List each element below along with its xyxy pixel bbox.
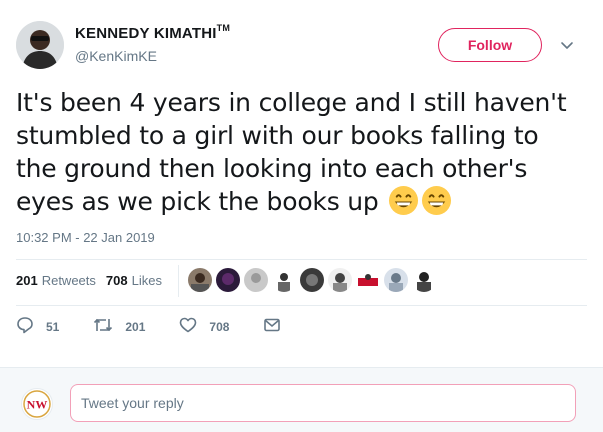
avatar[interactable] — [356, 268, 380, 292]
tweet-actions: 51 201 708 — [16, 316, 327, 337]
avatar[interactable] — [244, 268, 268, 292]
retweet-icon[interactable] — [93, 316, 125, 337]
follow-button[interactable]: Follow — [438, 28, 542, 62]
retweet-button[interactable]: 201 — [93, 316, 145, 337]
tweet-timestamp[interactable]: 10:32 PM - 22 Jan 2019 — [16, 230, 155, 245]
retweets-label[interactable]: Retweets — [42, 273, 96, 288]
avatar[interactable] — [328, 268, 352, 292]
direct-message-button[interactable] — [263, 317, 293, 336]
envelope-icon[interactable] — [263, 317, 293, 336]
reply-bar: NW Tweet your reply — [0, 367, 603, 432]
avatar[interactable] — [412, 268, 436, 292]
tweet-stats: 201 Retweets 708 Likes — [16, 273, 172, 288]
tweet-body: It's been 4 years in college and I still… — [16, 88, 567, 216]
divider — [16, 305, 587, 306]
likes-count[interactable]: 708 — [106, 273, 128, 288]
likes-stat[interactable]: 708 Likes — [106, 273, 162, 288]
retweets-count[interactable]: 201 — [16, 273, 38, 288]
like-button[interactable]: 708 — [179, 316, 229, 337]
reply-count[interactable]: 51 — [46, 320, 59, 334]
chevron-down-icon[interactable] — [560, 38, 574, 52]
tweet-text: It's been 4 years in college and I still… — [16, 86, 586, 218]
like-count[interactable]: 708 — [209, 320, 229, 334]
retweets-stat[interactable]: 201 Retweets — [16, 273, 96, 288]
retweet-count[interactable]: 201 — [125, 320, 145, 334]
stats-separator — [178, 265, 179, 297]
reply-icon[interactable] — [16, 316, 46, 337]
avatar[interactable] — [384, 268, 408, 292]
display-name-text[interactable]: KENNEDY KIMATHI — [75, 25, 217, 42]
grinning-face-icon — [421, 185, 452, 216]
avatar[interactable]: NW — [21, 388, 53, 420]
liker-avatars — [188, 268, 440, 292]
reply-input[interactable]: Tweet your reply — [70, 384, 576, 422]
likes-label[interactable]: Likes — [132, 273, 162, 288]
trademark-mark: TM — [216, 23, 231, 33]
tweet-card: KENNEDY KIMATHITM @KenKimKE Follow It's … — [0, 0, 603, 360]
avatar[interactable] — [216, 268, 240, 292]
grinning-face-icon — [388, 185, 419, 216]
heart-icon[interactable] — [179, 316, 209, 337]
divider — [16, 259, 587, 260]
avatar[interactable] — [16, 21, 64, 69]
reply-button[interactable]: 51 — [16, 316, 59, 337]
avatar-initials: NW — [27, 398, 48, 412]
display-name[interactable]: KENNEDY KIMATHITM — [75, 23, 231, 42]
avatar[interactable] — [300, 268, 324, 292]
user-handle[interactable]: @KenKimKE — [75, 48, 157, 64]
avatar[interactable] — [188, 268, 212, 292]
avatar[interactable] — [272, 268, 296, 292]
